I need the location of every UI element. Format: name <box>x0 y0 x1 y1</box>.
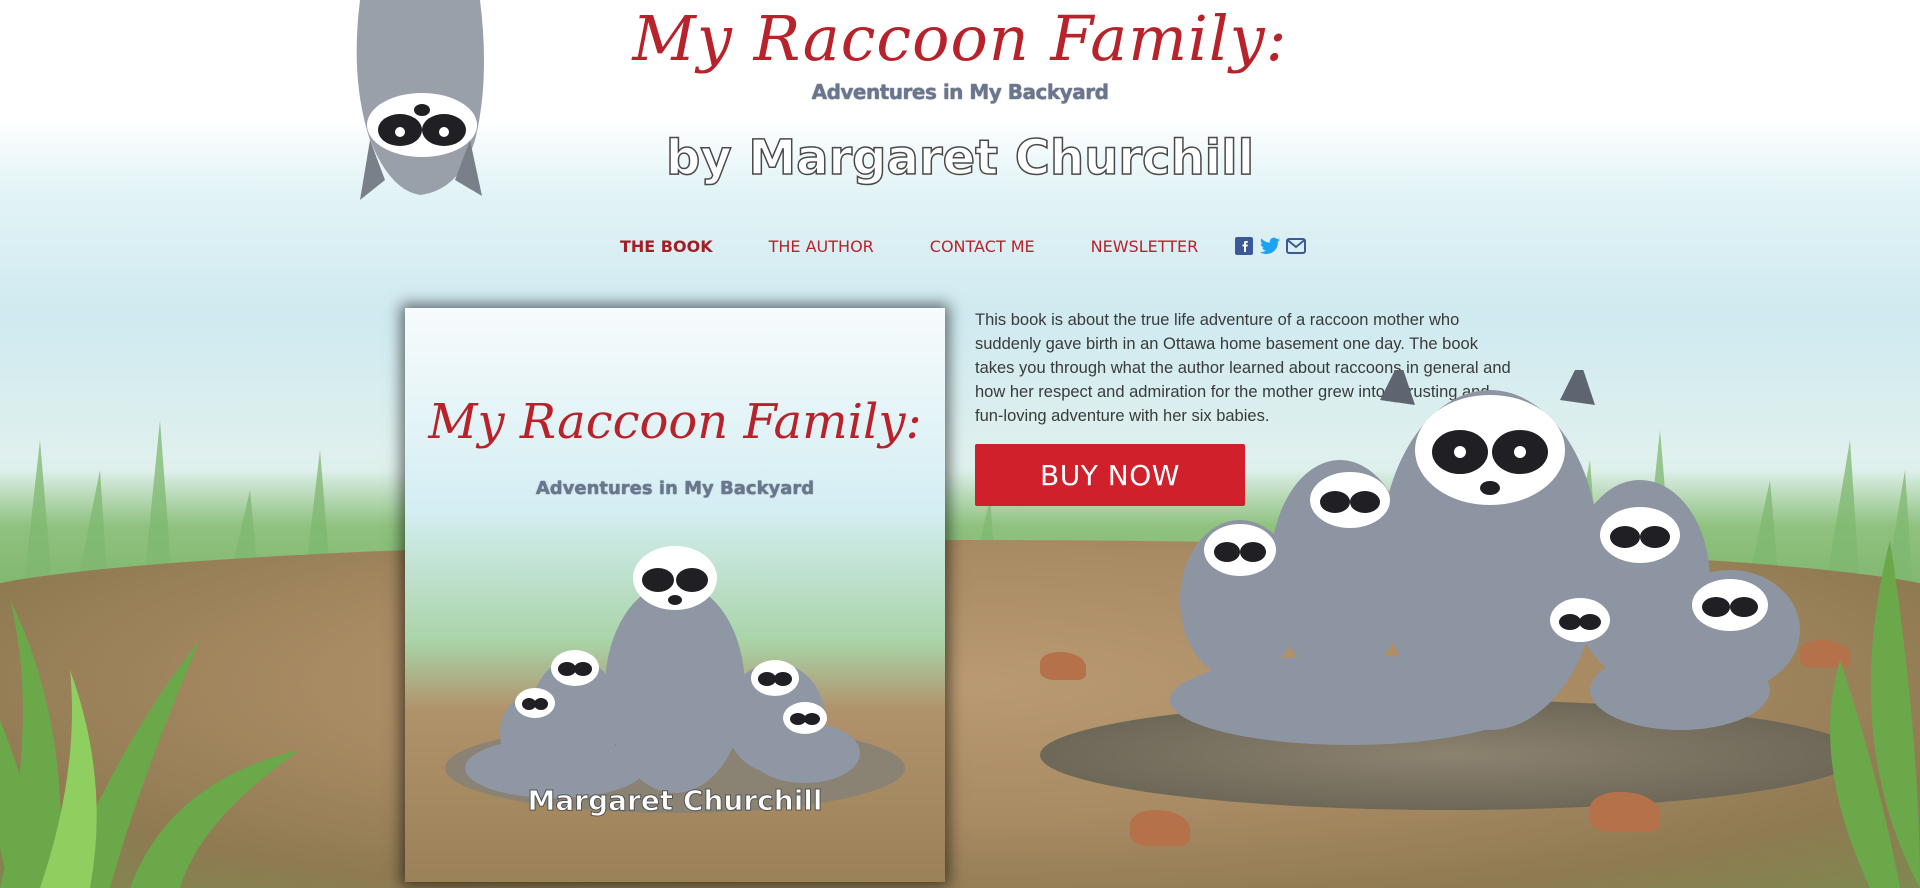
cover-raccoon-family-illustration <box>445 546 905 813</box>
site-title: My Raccoon Family: <box>632 2 1288 75</box>
rock <box>1130 810 1190 846</box>
raccoon-family-illustration <box>1170 370 1800 745</box>
cover-author: Margaret Churchill <box>527 784 823 818</box>
nav-item-contact-me[interactable]: CONTACT ME <box>930 237 1035 256</box>
rock <box>1590 792 1660 832</box>
envelope-icon[interactable] <box>1286 236 1307 256</box>
nav-item-the-author[interactable]: THE AUTHOR <box>769 237 874 256</box>
foreground-plants-left <box>0 600 300 888</box>
facebook-icon[interactable] <box>1234 236 1254 256</box>
twitter-icon[interactable] <box>1260 236 1281 256</box>
nav-item-the-book[interactable]: THE BOOK <box>620 237 713 256</box>
social-links <box>1234 236 1307 256</box>
main-nav: THE BOOK THE AUTHOR CONTACT ME NEWSLETTE… <box>620 234 1307 258</box>
author-byline: by Margaret Churchill <box>665 129 1255 187</box>
nav-item-newsletter[interactable]: NEWSLETTER <box>1091 237 1199 256</box>
cover-subtitle: Adventures in My Backyard <box>535 478 815 499</box>
book-cover[interactable]: My Raccoon Family: Adventures in My Back… <box>405 308 945 882</box>
rock <box>1040 652 1086 680</box>
cover-title: My Raccoon Family: <box>428 394 922 450</box>
site-subtitle: Adventures in My Backyard <box>811 80 1109 104</box>
